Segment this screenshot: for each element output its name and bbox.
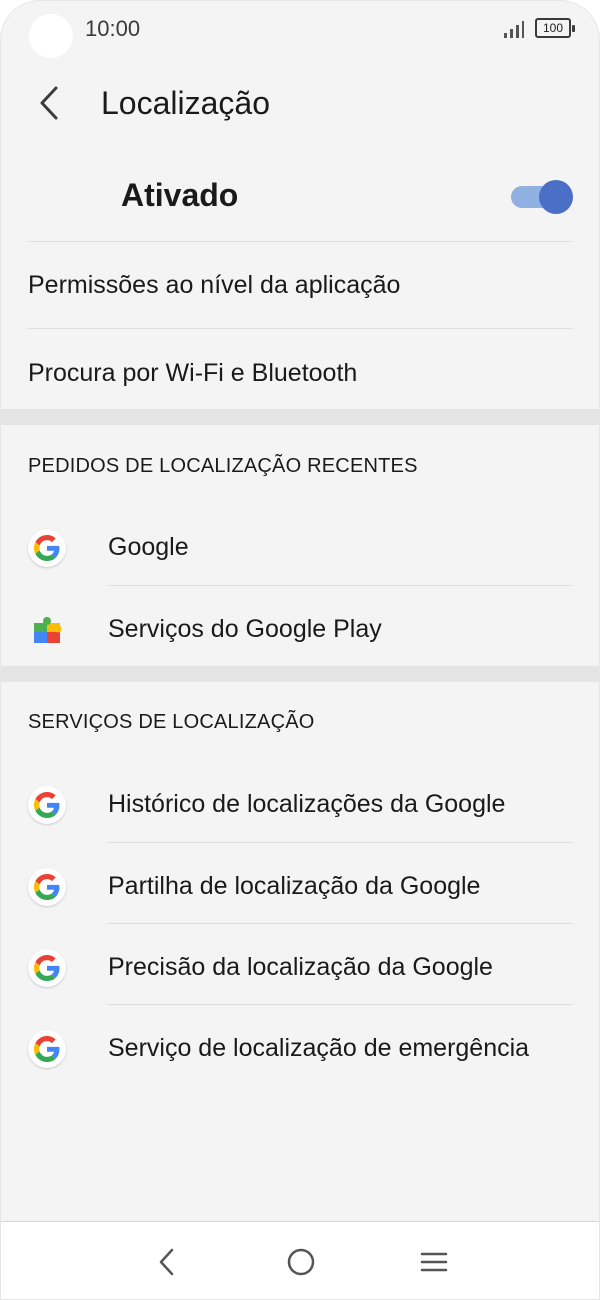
divider	[28, 328, 572, 329]
section-separator	[1, 666, 599, 682]
back-button[interactable]	[29, 79, 69, 127]
divider	[108, 1004, 572, 1005]
status-bar: 10:00 100	[1, 1, 599, 58]
location-service-label: Serviço de localização de emergência	[108, 1034, 530, 1062]
wifi-bluetooth-scanning-item[interactable]: Procura por Wi-Fi e Bluetooth	[1, 331, 599, 417]
recent-request-item-google-play-services[interactable]: Serviços do Google Play	[1, 589, 599, 669]
divider	[108, 585, 572, 586]
google-icon	[28, 949, 66, 987]
google-icon	[28, 868, 66, 906]
recent-request-item-google[interactable]: Google	[1, 507, 599, 587]
google-icon	[28, 786, 66, 824]
section-separator	[1, 409, 599, 425]
app-bar: Localização	[1, 71, 599, 135]
location-services-header: SERVIÇOS DE LOCALIZAÇÃO	[28, 711, 315, 733]
menu-icon	[420, 1252, 448, 1272]
location-service-item-history[interactable]: Histórico de localizações da Google	[1, 764, 599, 844]
google-icon	[28, 1030, 66, 1068]
wifi-bluetooth-scanning-label: Procura por Wi-Fi e Bluetooth	[28, 359, 358, 387]
navigation-bar	[1, 1221, 599, 1299]
status-time: 10:00	[85, 16, 141, 41]
location-service-label: Histórico de localizações da Google	[108, 790, 506, 818]
nav-menu-button[interactable]	[412, 1240, 456, 1284]
app-permissions-label: Permissões ao nível da aplicação	[28, 271, 401, 299]
toggle-thumb	[539, 180, 573, 214]
nav-home-button[interactable]	[279, 1240, 323, 1284]
location-toggle[interactable]	[511, 180, 573, 214]
master-switch-label: Ativado	[121, 177, 239, 213]
google-play-services-icon	[28, 611, 66, 649]
signal-icon	[504, 21, 524, 38]
divider	[108, 923, 572, 924]
location-service-item-accuracy[interactable]: Precisão da localização da Google	[1, 927, 599, 1007]
location-service-item-sharing[interactable]: Partilha de localização da Google	[1, 846, 599, 926]
location-service-label: Precisão da localização da Google	[108, 953, 493, 981]
app-permissions-item[interactable]: Permissões ao nível da aplicação	[1, 243, 599, 329]
back-icon	[159, 1248, 174, 1276]
settings-screen: 10:00 100 Localização Ativado Permissões…	[0, 0, 600, 1300]
recent-requests-header: PEDIDOS DE LOCALIZAÇÃO RECENTES	[28, 455, 418, 477]
battery-icon: 100	[535, 18, 575, 38]
google-icon	[28, 529, 66, 567]
divider	[28, 241, 572, 242]
location-service-label: Partilha de localização da Google	[108, 872, 481, 900]
nav-back-button[interactable]	[145, 1240, 189, 1284]
recent-request-label: Serviços do Google Play	[108, 615, 382, 643]
recent-request-label: Google	[108, 533, 189, 561]
home-icon	[287, 1248, 315, 1276]
camera-cutout	[29, 14, 73, 58]
location-master-switch-row[interactable]: Ativado	[1, 151, 599, 241]
chevron-left-icon	[40, 86, 58, 120]
divider	[108, 842, 572, 843]
location-service-item-emergency[interactable]: Serviço de localização de emergência	[1, 1008, 599, 1088]
page-title: Localização	[101, 85, 270, 121]
